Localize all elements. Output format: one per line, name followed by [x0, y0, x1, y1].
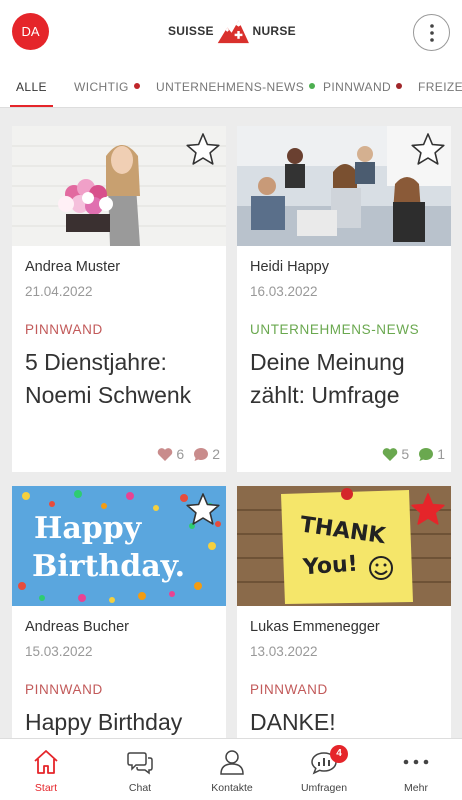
nav-label: Chat — [128, 782, 152, 794]
card-author: Andrea Muster — [25, 259, 121, 275]
avatar[interactable]: DA — [12, 13, 49, 50]
card-date: 15.03.2022 — [25, 644, 93, 659]
card-title: Deine Meinung zählt: Umfrage — [250, 349, 405, 408]
more-options-button[interactable] — [413, 14, 450, 51]
thank-text-line2: You! — [301, 552, 358, 581]
card-author: Heidi Happy — [250, 259, 329, 275]
card-category: PINNWAND — [250, 682, 328, 697]
card-title: DANKE! — [250, 709, 336, 735]
logo-text-left: SUISSE — [168, 24, 214, 38]
nav-start[interactable]: Start — [0, 739, 92, 800]
unread-dot — [309, 83, 316, 89]
comments-count: 1 — [437, 446, 445, 462]
favorite-star-icon[interactable] — [186, 132, 220, 166]
nav-label: Mehr — [404, 782, 428, 794]
tab-label: UNTERNEHMENS-NEWS — [156, 80, 305, 94]
tab-unternehmens-news[interactable]: UNTERNEHMENS-NEWS — [156, 64, 316, 107]
home-icon — [34, 750, 58, 774]
heart-icon[interactable] — [157, 447, 173, 462]
card-author: Andreas Bucher — [25, 619, 129, 635]
unread-dot — [396, 83, 403, 89]
card-category: PINNWAND — [25, 682, 103, 697]
card-category: UNTERNEHMENS-NEWS — [250, 322, 420, 337]
comment-icon[interactable] — [193, 447, 209, 462]
news-card[interactable]: THANK You! Lukas Emmenegger 13.03.2022 P… — [237, 486, 451, 738]
tab-label: WICHTIG — [74, 80, 129, 94]
card-title: Happy Birthday — [25, 709, 183, 735]
card-author: Lukas Emmenegger — [250, 619, 380, 635]
heart-icon[interactable] — [382, 447, 398, 462]
chat-icon — [127, 752, 153, 775]
card-reactions: 5 1 — [382, 446, 445, 462]
suisse-nurse-logo: SUISSE NURSE — [168, 10, 296, 52]
tab-wichtig[interactable]: WICHTIG — [74, 64, 140, 107]
news-card[interactable]: Heidi Happy 16.03.2022 UNTERNEHMENS-NEWS… — [237, 126, 451, 472]
vertical-dots-icon — [429, 23, 434, 42]
unread-dot — [133, 83, 140, 89]
nav-label: Start — [34, 782, 58, 794]
card-reactions: 6 2 — [157, 446, 220, 462]
contacts-icon — [220, 750, 244, 775]
likes-count: 5 — [401, 446, 410, 462]
tab-alle[interactable]: ALLE — [10, 64, 53, 107]
tab-label: PINNWAND — [323, 80, 392, 94]
card-title: 5 Dienstjahre: Noemi Schwenk — [25, 349, 192, 408]
card-date: 16.03.2022 — [250, 284, 318, 299]
comments-count: 2 — [212, 446, 220, 462]
nav-label: Umfragen — [300, 782, 348, 794]
tab-freizeit[interactable]: FREIZEIT — [418, 64, 462, 107]
birthday-text-line1: Happy — [34, 511, 143, 546]
nav-label: Kontakte — [211, 782, 253, 794]
tab-label: FREIZEIT — [418, 80, 462, 94]
notification-badge: 4 — [330, 745, 348, 763]
favorite-star-filled-icon[interactable] — [411, 492, 445, 526]
logo-mark-icon — [217, 20, 249, 44]
app-header: DA SUISSE NURSE — [0, 0, 462, 64]
news-card[interactable]: Happy Birthday. Andreas Bucher 15.03.202… — [12, 486, 226, 738]
birthday-text-line2: Birthday. — [32, 549, 185, 584]
nav-umfragen[interactable]: 4 Umfragen — [278, 739, 370, 800]
card-date: 13.03.2022 — [250, 644, 318, 659]
more-icon — [403, 759, 429, 765]
favorite-star-icon[interactable] — [411, 132, 445, 166]
news-card[interactable]: Andrea Muster 21.04.2022 PINNWAND 5 Dien… — [12, 126, 226, 472]
category-tabs: ALLE WICHTIG UNTERNEHMENS-NEWS PINNWAND … — [0, 64, 462, 108]
nav-chat[interactable]: Chat — [94, 739, 186, 800]
nav-mehr[interactable]: Mehr — [370, 739, 462, 800]
tab-label: ALLE — [16, 80, 47, 94]
favorite-star-icon[interactable] — [186, 492, 220, 526]
nav-kontakte[interactable]: Kontakte — [186, 739, 278, 800]
likes-count: 6 — [176, 446, 185, 462]
card-date: 21.04.2022 — [25, 284, 93, 299]
card-category: PINNWAND — [25, 322, 103, 337]
bottom-navigation: Start Chat Kontakte 4 Umfragen Mehr — [0, 738, 462, 800]
avatar-initials: DA — [21, 24, 40, 39]
tab-pinnwand[interactable]: PINNWAND — [323, 64, 403, 107]
comment-icon[interactable] — [418, 447, 434, 462]
logo-text-right: NURSE — [252, 24, 296, 38]
